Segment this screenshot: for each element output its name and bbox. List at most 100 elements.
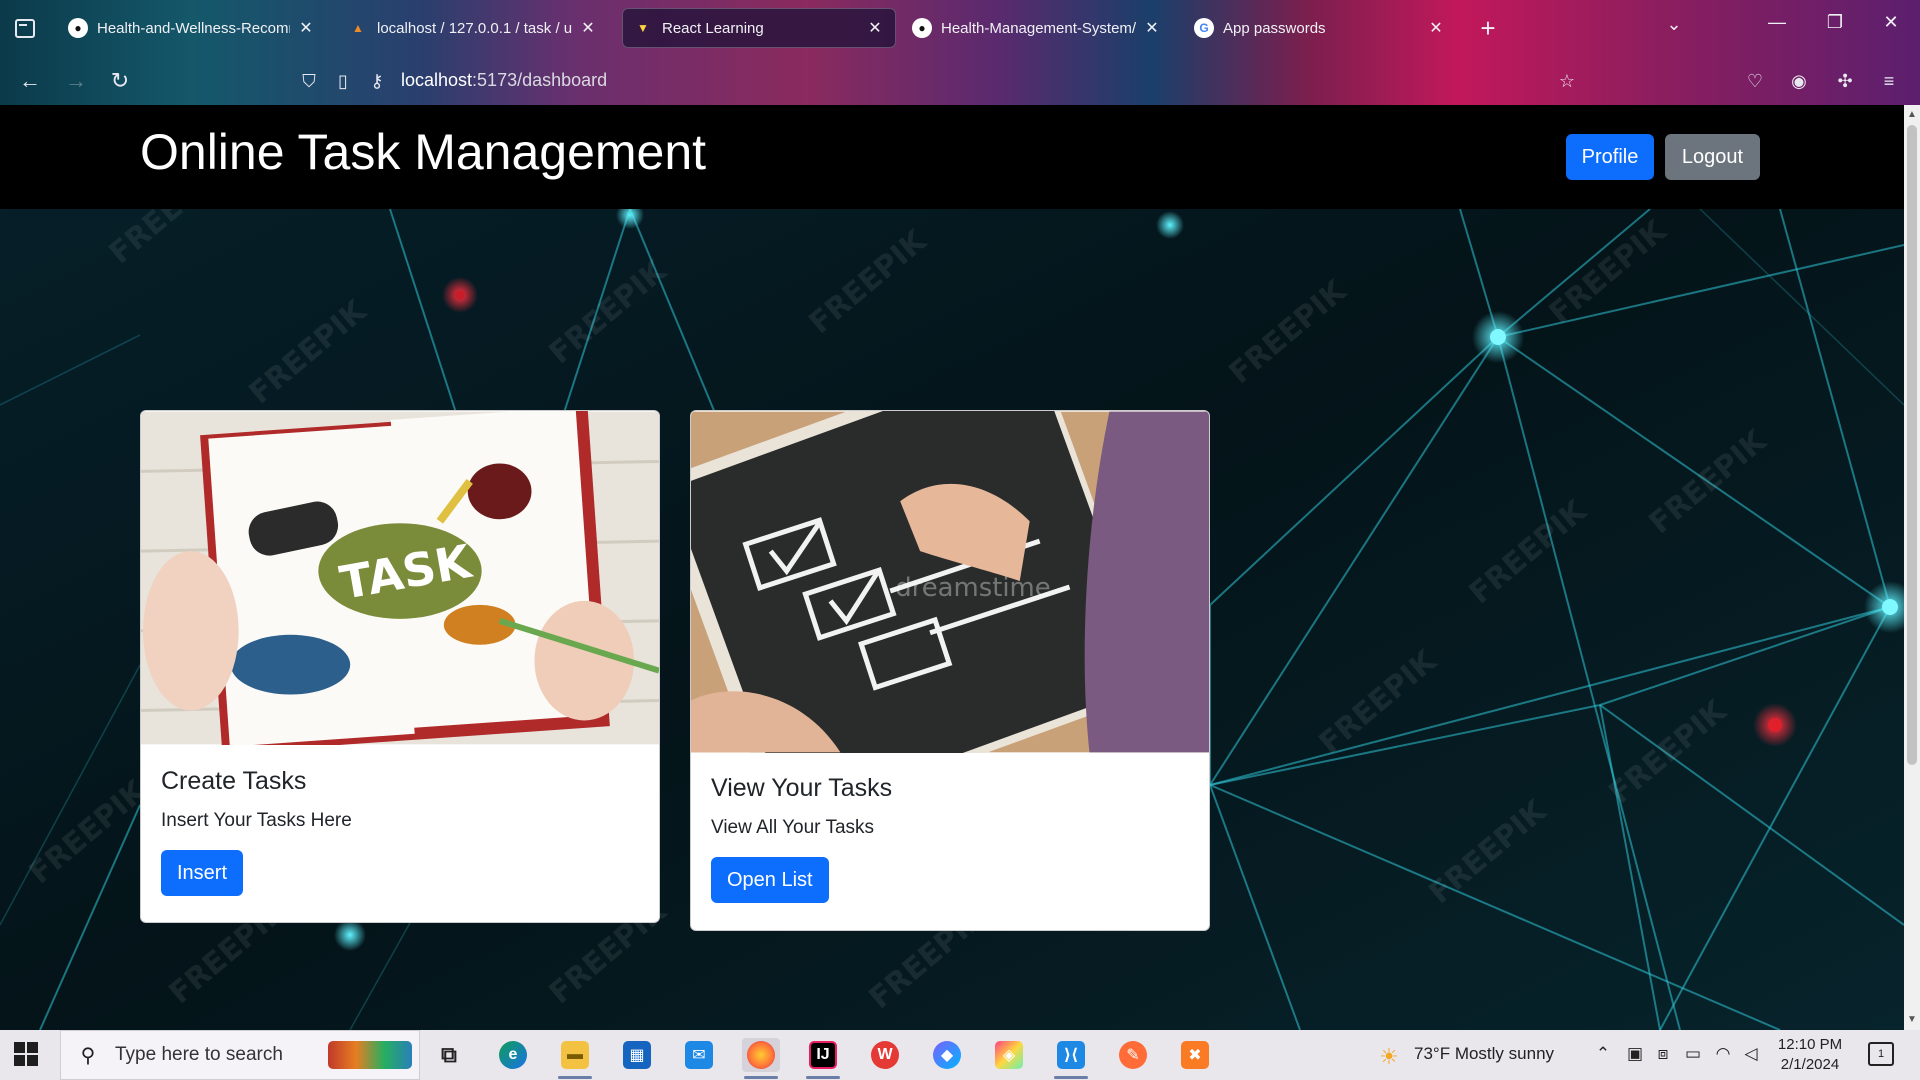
- wifi-icon[interactable]: ◠: [1712, 1044, 1734, 1064]
- vscode-button[interactable]: ⟩⟨: [1052, 1038, 1090, 1079]
- edge-button[interactable]: e: [494, 1038, 532, 1072]
- vite-icon: ▼: [637, 21, 649, 35]
- key-icon[interactable]: ⚷: [366, 70, 388, 92]
- tab-app-passwords[interactable]: G App passwords ✕: [1184, 8, 1456, 48]
- card-text: View All Your Tasks: [711, 817, 875, 838]
- close-icon[interactable]: ✕: [578, 18, 598, 38]
- wps-button[interactable]: W: [866, 1038, 904, 1072]
- weather-text[interactable]: 73°F Mostly sunny: [1414, 1044, 1554, 1064]
- weather-icon: ☀: [1379, 1044, 1399, 1069]
- insert-button[interactable]: Insert: [161, 850, 244, 896]
- profile-button[interactable]: Profile: [1566, 134, 1654, 180]
- meet-icon[interactable]: ▣: [1624, 1044, 1646, 1064]
- restore-icon[interactable]: ❐: [1820, 12, 1850, 33]
- vscode-icon: ⟩⟨: [1057, 1041, 1085, 1069]
- logout-button[interactable]: Logout: [1665, 134, 1760, 180]
- extensions-icon[interactable]: ✣: [1834, 70, 1856, 92]
- books-icon: [328, 1041, 412, 1069]
- back-icon[interactable]: ←: [16, 68, 44, 94]
- taskbar: ⚲ Type here to search ⧉ e ▬ ▦ ✉ IJ W ◆ ◈…: [0, 1030, 1920, 1080]
- tab-list-icon[interactable]: [12, 16, 36, 38]
- git-icon: ◈: [995, 1041, 1023, 1069]
- vertical-scrollbar[interactable]: ▲ ▼: [1904, 105, 1920, 1030]
- mail-icon: ✉: [685, 1041, 713, 1069]
- clock-time: 12:10 PM: [1777, 1036, 1843, 1053]
- battery-icon[interactable]: ▭: [1682, 1044, 1704, 1064]
- firefox-button[interactable]: [742, 1038, 780, 1079]
- edge-icon: e: [499, 1041, 527, 1069]
- shield-icon[interactable]: ⛉: [298, 70, 320, 92]
- scroll-thumb[interactable]: [1907, 125, 1917, 765]
- card-body: Create Tasks Insert Your Tasks Here Inse…: [161, 767, 352, 896]
- view-tasks-card: dreamstime View Your Tasks View All Your…: [690, 410, 1210, 931]
- new-tab-icon[interactable]: +: [1476, 14, 1500, 42]
- display-icon[interactable]: ⧈: [1652, 1044, 1674, 1064]
- star-icon[interactable]: ☆: [1556, 70, 1578, 92]
- close-icon[interactable]: ✕: [296, 18, 316, 38]
- running-indicator: [744, 1076, 778, 1079]
- close-icon[interactable]: ✕: [1142, 18, 1162, 38]
- tab-react-learning[interactable]: ▼ React Learning ✕: [622, 8, 896, 48]
- volume-icon[interactable]: ◁: [1740, 1044, 1762, 1064]
- task-notebook-image: TASK: [141, 411, 659, 745]
- folder-icon: ▬: [561, 1041, 589, 1069]
- tab-health-management[interactable]: ● Health-Management-System/Fr ✕: [902, 8, 1172, 48]
- firefox-icon: [747, 1041, 775, 1069]
- postman-icon: ✎: [1119, 1041, 1147, 1069]
- checklist-chalkboard-image: dreamstime: [691, 411, 1209, 753]
- search-placeholder: Type here to search: [115, 1044, 283, 1065]
- phpmyadmin-icon: ▲: [352, 21, 364, 35]
- clock[interactable]: 12:10 PM 2/1/2024: [1770, 1035, 1850, 1075]
- search-icon: ⚲: [80, 1044, 96, 1067]
- card-title: View Your Tasks: [711, 774, 893, 802]
- close-icon[interactable]: ✕: [1426, 18, 1446, 38]
- intellij-icon: IJ: [809, 1041, 837, 1069]
- page-icon[interactable]: ▯: [332, 70, 354, 92]
- menu-icon[interactable]: ≡: [1878, 70, 1900, 92]
- tab-title: localhost / 127.0.0.1 / task / use: [377, 19, 572, 37]
- google-icon: G: [1194, 18, 1214, 38]
- tab-health-wellness[interactable]: ● Health-and-Wellness-Recomme ✕: [58, 8, 326, 48]
- url-host: localhost: [401, 70, 473, 90]
- github-icon: ●: [68, 18, 88, 38]
- search-highlight-image[interactable]: [324, 1038, 416, 1072]
- close-icon[interactable]: ✕: [865, 18, 885, 38]
- tab-phpmyadmin[interactable]: ▲ localhost / 127.0.0.1 / task / use ✕: [338, 8, 608, 48]
- tab-title: Health-Management-System/Fr: [941, 19, 1136, 37]
- windows-start-icon[interactable]: [14, 1042, 40, 1068]
- url-bar[interactable]: localhost:5173/dashboard: [401, 70, 607, 91]
- store-button[interactable]: ▦: [618, 1038, 656, 1072]
- xampp-button[interactable]: ✖: [1176, 1038, 1214, 1072]
- open-list-button[interactable]: Open List: [711, 857, 829, 903]
- account-icon[interactable]: ◉: [1788, 70, 1810, 92]
- running-indicator: [1054, 1076, 1088, 1079]
- running-indicator: [806, 1076, 840, 1079]
- intellij-button[interactable]: IJ: [804, 1038, 842, 1079]
- scroll-down-icon[interactable]: ▼: [1904, 1012, 1920, 1028]
- notification-icon[interactable]: 1: [1868, 1042, 1894, 1066]
- page-title: Online Task Management: [140, 124, 707, 180]
- chevron-up-icon[interactable]: ⌃: [1592, 1044, 1614, 1064]
- postman-button[interactable]: ✎: [1114, 1038, 1152, 1072]
- pocket-icon[interactable]: ♡: [1744, 70, 1766, 92]
- file-explorer-button[interactable]: ▬: [556, 1038, 594, 1079]
- card-text: Insert Your Tasks Here: [161, 810, 352, 831]
- github-icon: ●: [912, 18, 932, 38]
- scroll-up-icon[interactable]: ▲: [1904, 107, 1920, 123]
- url-path: :5173/dashboard: [472, 70, 608, 90]
- store-icon: ▦: [623, 1041, 651, 1069]
- minimize-icon[interactable]: —: [1762, 12, 1792, 33]
- forward-icon[interactable]: →: [62, 68, 90, 94]
- task-view-button[interactable]: ⧉: [430, 1038, 468, 1072]
- close-window-icon[interactable]: ✕: [1876, 12, 1906, 33]
- task-view-icon: ⧉: [441, 1042, 457, 1067]
- mail-button[interactable]: ✉: [680, 1038, 718, 1072]
- chevron-down-icon[interactable]: ⌄: [1662, 14, 1686, 35]
- tab-title: Health-and-Wellness-Recomme: [97, 19, 290, 37]
- browser-chrome: ● Health-and-Wellness-Recomme ✕ ▲ localh…: [0, 0, 1920, 105]
- gitkraken-button[interactable]: ◈: [990, 1038, 1028, 1072]
- copilot-button[interactable]: ◆: [928, 1038, 966, 1072]
- tab-bar: ● Health-and-Wellness-Recomme ✕ ▲ localh…: [0, 0, 1920, 55]
- reload-icon[interactable]: ↻: [106, 68, 134, 94]
- nav-bar: ← → ↻ ⛉ ▯ ⚷ localhost:5173/dashboard ☆ ♡…: [0, 60, 1920, 102]
